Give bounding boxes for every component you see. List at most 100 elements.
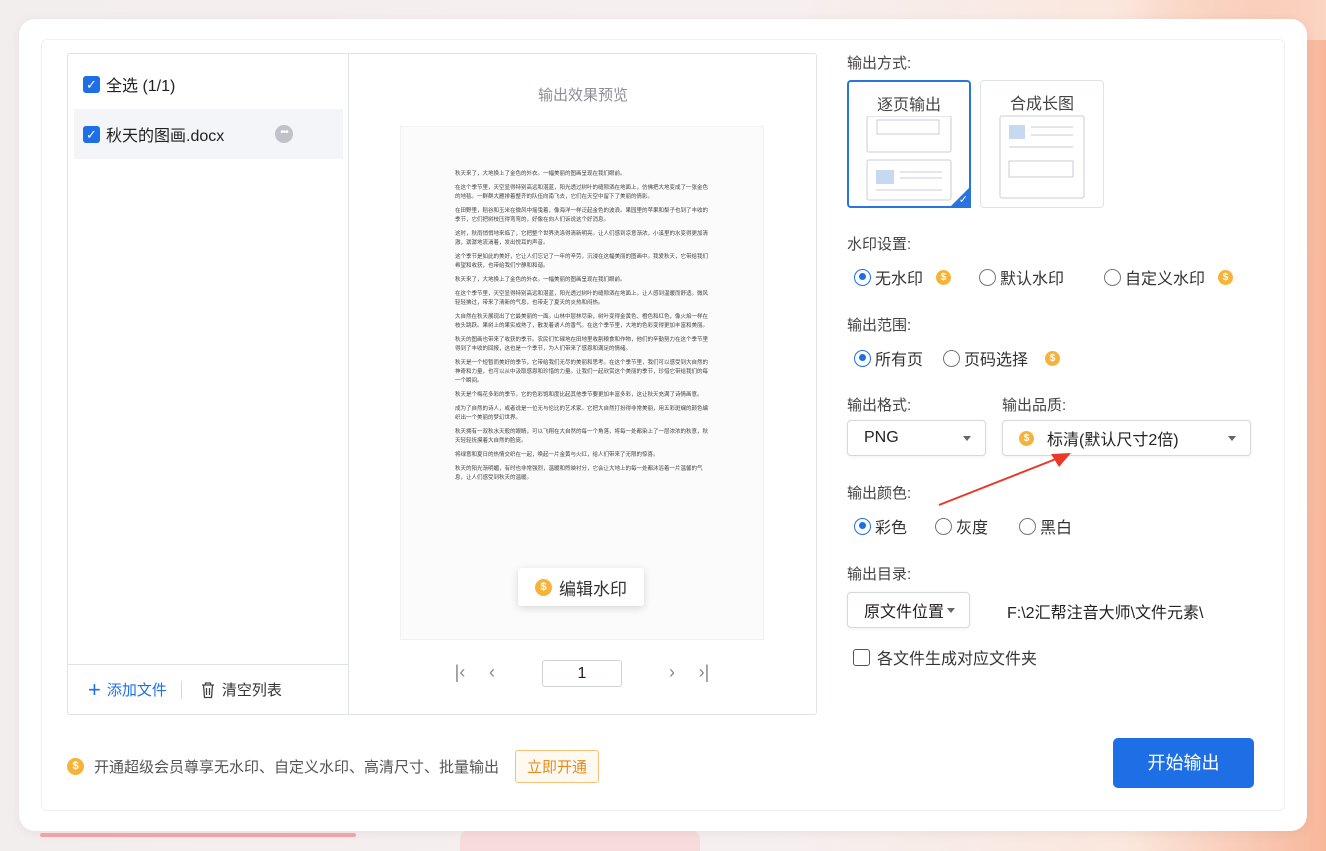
plus-icon: + xyxy=(88,676,101,702)
radio-label: 彩色 xyxy=(875,520,908,537)
radio-black-white[interactable]: 黑白 xyxy=(1019,514,1072,538)
output-range-label: 输出范围: xyxy=(847,317,912,334)
page-paragraph: 这个季节是如此的美好，它让人们忘记了一年的辛劳，沉浸在这幅美丽的图画中。我爱秋天… xyxy=(455,254,709,269)
mode-per-page-card[interactable]: 逐页输出 ✓ xyxy=(847,80,971,208)
output-path[interactable]: F:\2汇帮注音大师\文件元素\ xyxy=(1007,599,1203,623)
file-list: ✓ 全选 (1/1) ✓ 秋天的图画.docx ••• + 添加文件 清空列表 xyxy=(68,54,349,714)
output-color-label: 输出颜色: xyxy=(847,485,912,502)
edit-watermark-button[interactable]: $ 编辑水印 xyxy=(518,568,644,606)
radio-grayscale[interactable]: 灰度 xyxy=(935,514,988,538)
vip-coin-icon: $ xyxy=(1019,430,1034,446)
page-paragraph: 秋天是个梅花多彩的季节，它的色彩饱和度比起其他季节要更加丰富多彩，这让秋天充满了… xyxy=(455,392,703,398)
vip-coin-icon: $ xyxy=(535,578,552,596)
chevron-down-icon xyxy=(1228,436,1236,441)
vip-coin-icon: $ xyxy=(1218,269,1234,285)
mode-per-page-label: 逐页输出 xyxy=(876,97,941,114)
checkbox-checked-icon[interactable]: ✓ xyxy=(83,125,100,143)
decorative-bar xyxy=(40,833,356,837)
select-all-checkbox[interactable]: ✓ 全选 (1/1) xyxy=(83,74,175,95)
chevron-down-icon xyxy=(963,436,971,441)
radio-label: 自定义水印 xyxy=(1125,271,1206,288)
radio-off-icon[interactable] xyxy=(935,517,953,535)
page-number-input[interactable]: 1 xyxy=(542,660,622,687)
next-page-icon[interactable]: › xyxy=(662,662,682,683)
radio-color[interactable]: 彩色 xyxy=(854,514,907,538)
annotation-arrow xyxy=(938,453,1071,506)
per-page-illustration-icon xyxy=(866,116,952,201)
add-file-button[interactable]: + 添加文件 xyxy=(88,676,167,702)
clear-list-button[interactable]: 清空列表 xyxy=(200,679,282,700)
trash-icon xyxy=(201,681,214,698)
radio-label: 灰度 xyxy=(956,520,989,537)
long-image-illustration-icon xyxy=(999,115,1085,199)
watermark-radio-group: 无水印 $ 默认水印 自定义水印 $ xyxy=(854,265,1234,289)
file-panel: ✓ 全选 (1/1) ✓ 秋天的图画.docx ••• + 添加文件 清空列表 xyxy=(67,53,817,715)
first-page-icon[interactable]: |‹ xyxy=(450,662,470,683)
page-paragraph: 秋天来了，大地换上了金色的外衣。一幅美丽的图画呈现在我们眼前。 xyxy=(455,171,626,177)
folder-per-file-checkbox[interactable]: 各文件生成对应文件夹 xyxy=(853,645,1037,669)
preview-title: 输出效果预览 xyxy=(537,87,628,104)
checkbox-unchecked-icon[interactable] xyxy=(853,648,870,666)
radio-off-icon[interactable] xyxy=(1019,517,1037,535)
dir-select-value: 原文件位置 xyxy=(864,604,945,621)
vip-coin-icon: $ xyxy=(1045,350,1061,366)
vip-coin-icon: $ xyxy=(936,269,952,285)
mode-long-image-label: 合成长图 xyxy=(1009,96,1074,113)
radio-off-icon[interactable] xyxy=(979,268,997,286)
page-paragraph: 在这个季节里，天空显得特别高远和湛蓝，阳光透过树叶的缝隙洒在地面上，让人感到温暖… xyxy=(455,291,709,306)
folder-option-label: 各文件生成对应文件夹 xyxy=(877,651,1038,668)
divider xyxy=(180,680,182,699)
radio-default-watermark[interactable]: 默认水印 xyxy=(979,265,1064,289)
radio-label: 无水印 xyxy=(875,271,924,288)
list-item[interactable]: ✓ 秋天的图画.docx ••• xyxy=(74,109,343,159)
page-paragraph: 秋天的图画也带来了收获的季节。农民们忙碌地在田地里收割粮食和作物，他们的辛勤努力… xyxy=(455,337,709,352)
radio-no-watermark[interactable]: 无水印 $ xyxy=(854,265,952,289)
file-list-footer: + 添加文件 清空列表 xyxy=(68,664,349,714)
more-options-icon[interactable]: ••• xyxy=(275,125,293,143)
settings-panel: 输出方式: 逐页输出 ✓ 合成长图 水印设置: 无水印 $ 默认水印 自定义水印… xyxy=(847,19,1287,719)
page-paragraph: 在这个季节里，天空显得特别高远和湛蓝，阳光透过树叶的缝隙洒在地面上，仿佛把大地变… xyxy=(455,185,709,200)
page-paragraph: 秋天拥有一双秋水天般的眼睛，可以飞翔在大自然的每一个角落，将每一处都染上了一层浓… xyxy=(455,429,709,444)
prev-page-icon[interactable]: ‹ xyxy=(482,662,502,683)
dir-select[interactable]: 原文件位置 xyxy=(847,592,970,628)
output-quality-label: 输出品质: xyxy=(1002,397,1067,414)
vip-promo: $ 开通超级会员尊享无水印、自定义水印、高清尺寸、批量输出 立即开通 xyxy=(67,750,600,783)
radio-page-select[interactable]: 页码选择 $ xyxy=(943,346,1061,370)
checkbox-checked-icon: ✓ xyxy=(83,75,100,93)
clear-list-label: 清空列表 xyxy=(221,682,282,699)
last-page-icon[interactable]: ›| xyxy=(694,662,714,683)
chevron-down-icon xyxy=(947,608,955,613)
page-paragraph: 秋天来了，大地换上了金色的外衣。一幅美丽的图画呈现在我们眼前。 xyxy=(455,277,626,283)
radio-custom-watermark[interactable]: 自定义水印 $ xyxy=(1104,265,1234,289)
page-paragraph: 将绿意和夏日的热情交织在一起，唤起一片金黄与火红，给人们带来了无限的惊喜。 xyxy=(455,452,659,458)
radio-on-icon[interactable] xyxy=(854,517,871,535)
open-vip-button[interactable]: 立即开通 xyxy=(515,750,600,783)
preview-page: 秋天来了，大地换上了金色的外衣。一幅美丽的图画呈现在我们眼前。在这个季节里，天空… xyxy=(400,126,764,640)
page-paragraph: 秋天的阳光渐明媚，有时也非常强烈，温暖和煦映衬分，它会让大地上的每一处都沐浴着一… xyxy=(455,466,703,481)
page-paragraph: 秋天是一个短暂而美好的季节，它带给我们无尽的美丽和思考。在这个季节里，我们可以感… xyxy=(455,360,709,384)
mode-long-image-card[interactable]: 合成长图 xyxy=(980,80,1104,208)
vip-coin-icon: $ xyxy=(67,758,84,775)
decorative-shape xyxy=(460,828,700,851)
radio-on-icon[interactable] xyxy=(854,268,871,286)
radio-on-icon[interactable] xyxy=(854,349,871,367)
radio-off-icon[interactable] xyxy=(1104,268,1122,286)
output-mode-label: 输出方式: xyxy=(847,55,912,72)
radio-label: 所有页 xyxy=(875,352,924,369)
page-paragraph: 大自然在秋天展现出了它最美丽的一面。山林中层林尽染，树叶变得金黄色、橙色和红色，… xyxy=(455,314,709,329)
checkmark-icon: ✓ xyxy=(958,194,968,206)
radio-label: 页码选择 xyxy=(964,352,1029,369)
page-paragraph: 这时，秋雨悄悄地来临了，它把整个世界洗涤得清新明亮。让人们感到凉意渐浓，小溪里的… xyxy=(455,231,709,246)
main-dialog: ✓ 全选 (1/1) ✓ 秋天的图画.docx ••• + 添加文件 清空列表 xyxy=(19,19,1307,831)
radio-off-icon[interactable] xyxy=(943,349,961,367)
range-radio-group: 所有页 页码选择 $ xyxy=(854,346,1061,370)
add-file-label: 添加文件 xyxy=(106,682,167,699)
radio-label: 默认水印 xyxy=(1000,271,1065,288)
page-paragraph: 在田野里，稻谷和玉米在微风中摇曳着，像海洋一样泛起金色的波浪。果园里的苹果和梨子… xyxy=(455,208,709,223)
file-name: 秋天的图画.docx xyxy=(106,128,225,145)
radio-all-pages[interactable]: 所有页 xyxy=(854,346,923,370)
radio-label: 黑白 xyxy=(1040,520,1073,537)
page-paragraph: 成为了自然的诗人，或者说是一位无与伦比的艺术家。它把大自然打扮得非常美丽，用五彩… xyxy=(455,406,709,421)
format-value: PNG xyxy=(864,429,899,446)
start-output-button[interactable]: 开始输出 xyxy=(1113,738,1254,788)
